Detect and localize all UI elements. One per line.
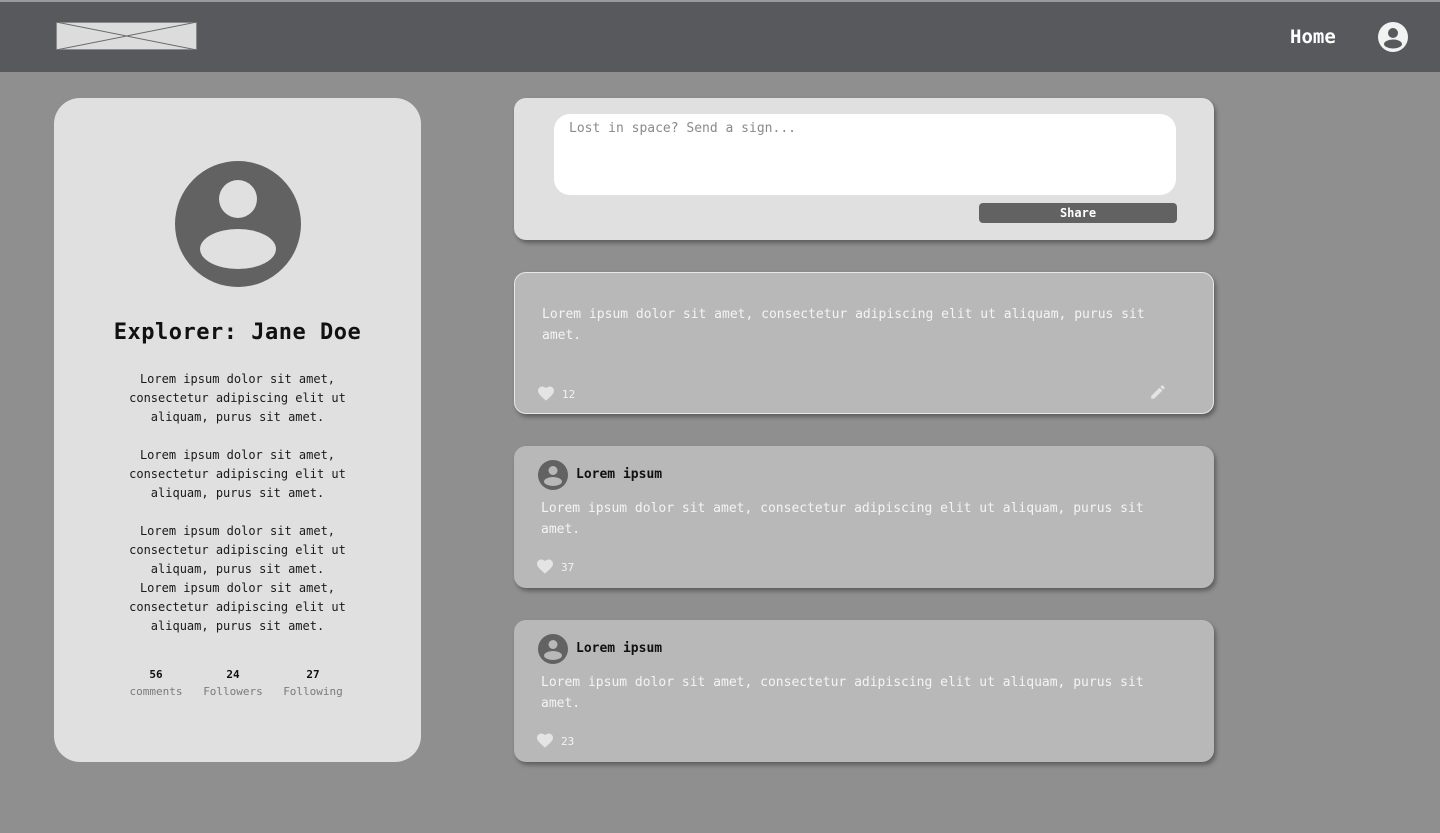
heart-icon[interactable]: [537, 385, 555, 401]
post-composer: Share: [514, 98, 1214, 240]
post-input[interactable]: [554, 114, 1176, 195]
profile-bio: Lorem ipsum dolor sit amet, consectetur …: [124, 370, 351, 636]
profile-name: Explorer: Jane Doe: [113, 320, 362, 345]
post-card: Lorem ipsum Lorem ipsum dolor sit amet, …: [514, 620, 1214, 762]
stat-value: 56: [149, 668, 163, 681]
author-name[interactable]: Lorem ipsum: [576, 641, 662, 656]
likes-count: 37: [561, 561, 575, 574]
stat-following[interactable]: 27 Following: [278, 668, 348, 700]
stat-followers[interactable]: 24 Followers: [198, 668, 268, 700]
post-text: Lorem ipsum dolor sit amet, consectetur …: [542, 307, 1145, 343]
top-navbar: Home: [0, 0, 1440, 72]
profile-card: Explorer: Jane Doe Lorem ipsum dolor sit…: [54, 98, 421, 762]
pencil-icon[interactable]: [1149, 383, 1167, 401]
bio-paragraph: Lorem ipsum dolor sit amet, consectetur …: [129, 448, 346, 500]
post-card: Lorem ipsum Lorem ipsum dolor sit amet, …: [514, 446, 1214, 588]
user-avatar-icon[interactable]: [538, 460, 568, 490]
stat-value: 24: [226, 668, 240, 681]
stat-comments[interactable]: 56 comments: [126, 668, 186, 700]
stat-label: Following: [283, 685, 343, 698]
share-button[interactable]: Share: [979, 203, 1177, 223]
stat-label: comments: [129, 685, 183, 698]
bio-paragraph: Lorem ipsum dolor sit amet, consectetur …: [129, 524, 346, 576]
post-text: Lorem ipsum dolor sit amet, consectetur …: [541, 675, 1144, 711]
logo-placeholder-icon[interactable]: [56, 22, 197, 50]
stat-label: Followers: [203, 685, 263, 698]
bio-paragraph: Lorem ipsum dolor sit amet, consectetur …: [129, 372, 346, 424]
author-name[interactable]: Lorem ipsum: [576, 467, 662, 482]
user-avatar-icon[interactable]: [538, 634, 568, 664]
bio-paragraph: Lorem ipsum dolor sit amet, consectetur …: [129, 581, 346, 633]
user-account-icon[interactable]: [1378, 22, 1408, 52]
post-card: Lorem ipsum dolor sit amet, consectetur …: [514, 272, 1214, 414]
post-text: Lorem ipsum dolor sit amet, consectetur …: [541, 501, 1144, 537]
likes-count: 12: [562, 388, 576, 401]
heart-icon[interactable]: [536, 732, 554, 748]
likes-count: 23: [561, 735, 575, 748]
stat-value: 27: [306, 668, 320, 681]
nav-home-link[interactable]: Home: [1290, 26, 1336, 48]
heart-icon[interactable]: [536, 558, 554, 574]
profile-avatar-icon: [175, 161, 301, 287]
